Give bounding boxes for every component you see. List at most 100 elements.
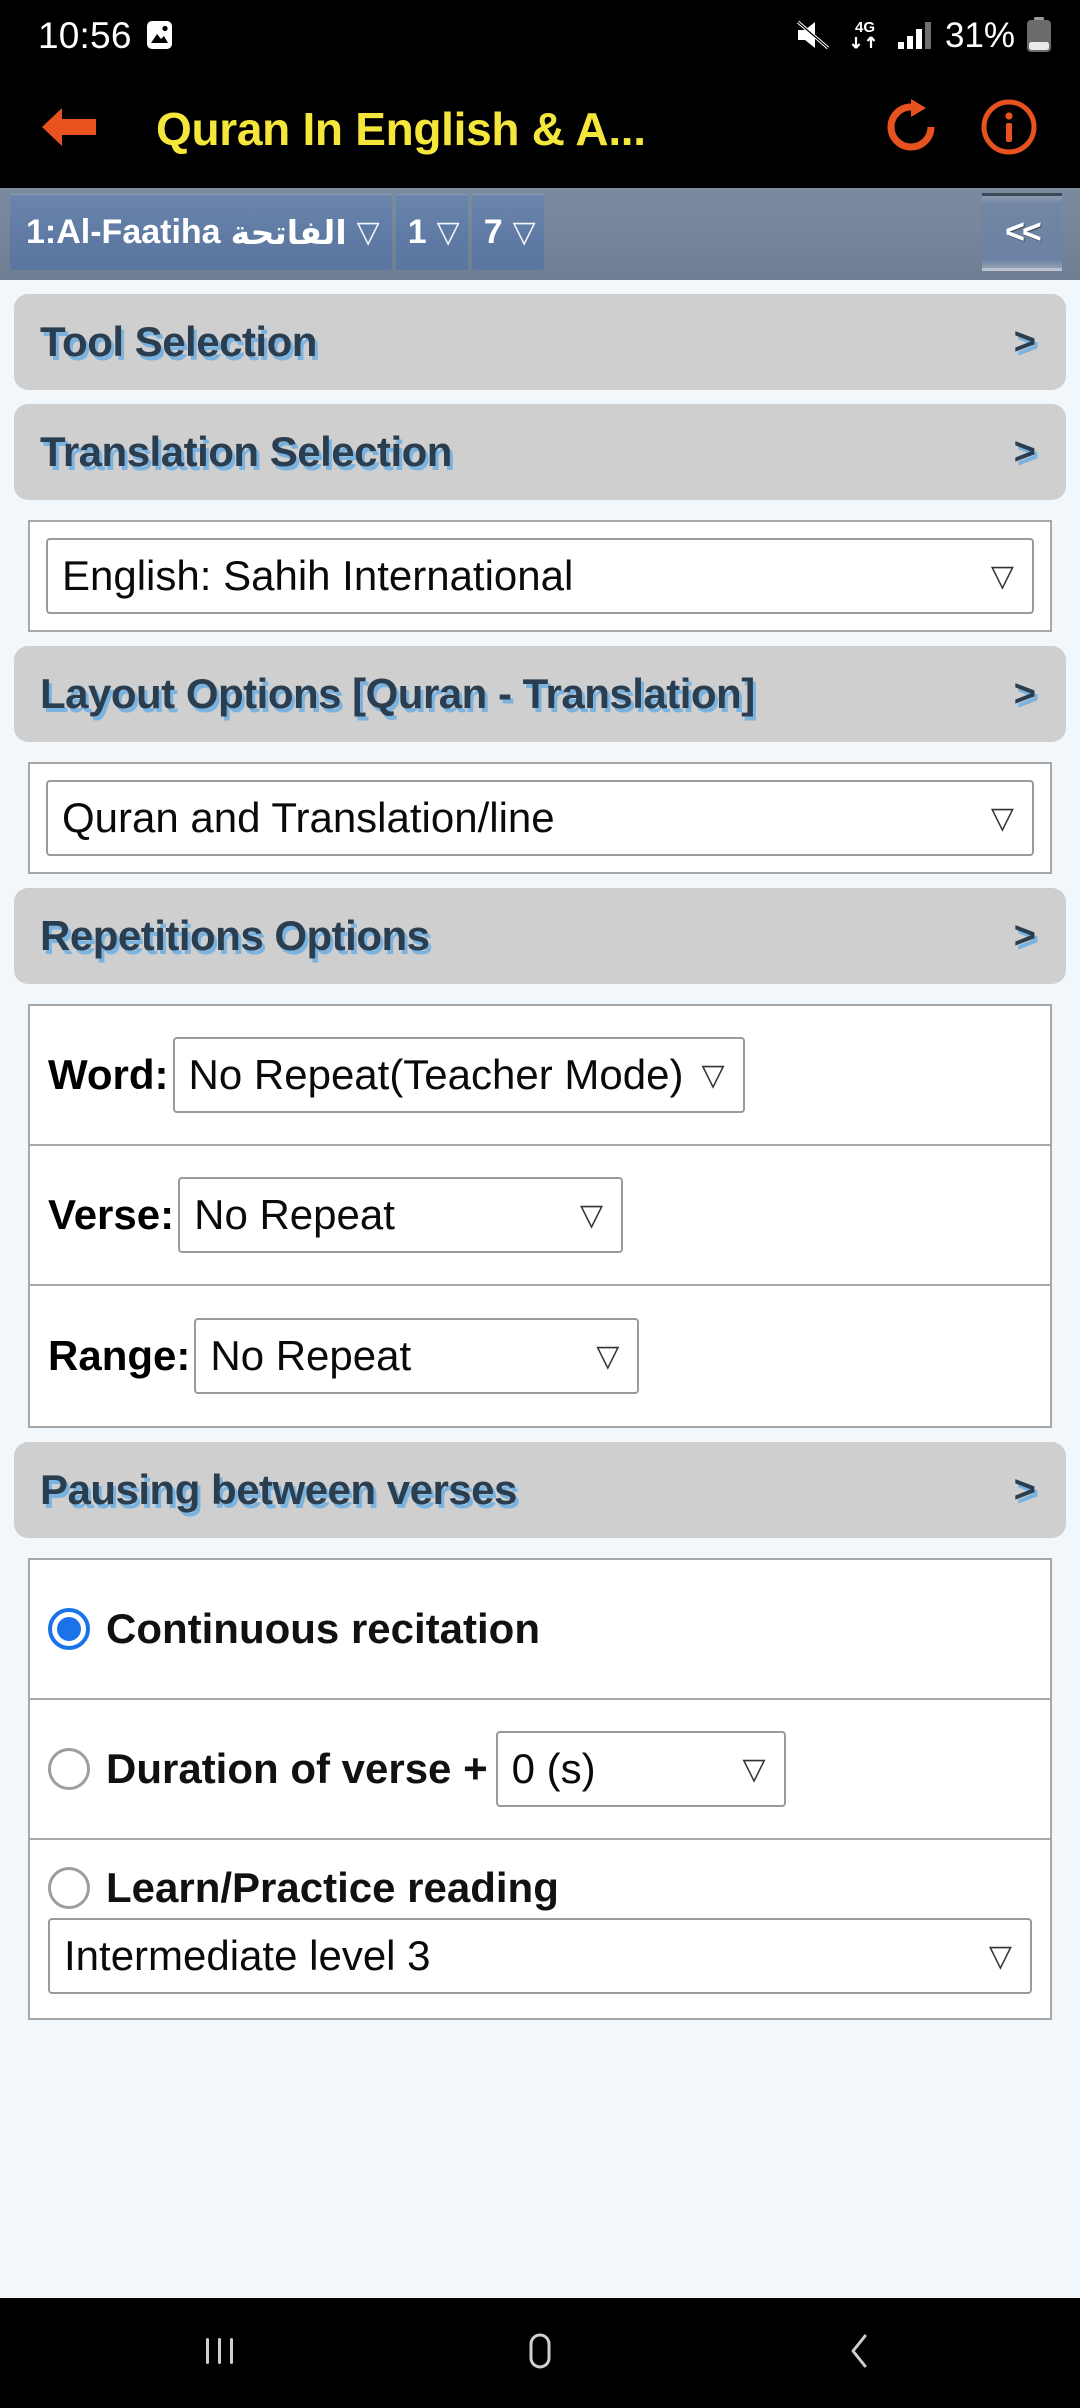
recents-button[interactable] [160, 2298, 280, 2408]
section-title: Layout Options [Quran - Translation] [40, 670, 755, 717]
section-title: Repetitions Options [40, 912, 430, 959]
chevron-down-icon: ▽ [356, 215, 380, 249]
translation-panel-body: English: Sahih International ▽ [30, 522, 1050, 630]
section-header-layout-options[interactable]: Layout Options [Quran - Translation] > [14, 646, 1066, 742]
signal-bars-icon [897, 20, 931, 50]
home-icon [517, 2328, 563, 2379]
verse-selector-bar: 1:Al-Faatiha الفاتحة ▽ 1 ▽ 7 ▽ << [0, 188, 1080, 280]
pausing-panel: Continuous recitation Duration of verse … [28, 1558, 1052, 2020]
surah-name: 1:Al-Faatiha [26, 212, 221, 251]
selector-chips: 1:Al-Faatiha الفاتحة ▽ 1 ▽ 7 ▽ [10, 194, 544, 270]
mute-icon [795, 19, 833, 51]
chevron-right-icon: > [1013, 672, 1036, 715]
back-button-nav[interactable] [800, 2298, 920, 2408]
radio-duration-of-verse[interactable] [48, 1748, 90, 1790]
chevron-right-icon: > [1013, 914, 1036, 957]
translation-panel: English: Sahih International ▽ [28, 520, 1052, 632]
status-bar-right: 4G 31% [795, 17, 1052, 53]
learn-level-value: Intermediate level 3 [64, 1932, 431, 1979]
battery-icon [1026, 17, 1052, 53]
continuous-recitation-option[interactable]: Continuous recitation [48, 1605, 540, 1653]
pausing-row-duration[interactable]: Duration of verse + 0 (s) ▽ [30, 1700, 1050, 1840]
info-icon [980, 98, 1038, 161]
range-repeat-select[interactable]: No Repeat ▽ [194, 1318, 640, 1394]
home-button[interactable] [480, 2298, 600, 2408]
back-arrow-icon [36, 101, 100, 158]
duration-seconds-value: 0 (s) [511, 1745, 596, 1792]
verse-repeat-value: No Repeat [194, 1191, 395, 1238]
verse-repeat-select[interactable]: No Repeat ▽ [178, 1177, 624, 1253]
word-repeat-value: No Repeat(Teacher Mode) [188, 1051, 684, 1098]
to-verse-value: 7 [483, 212, 503, 251]
toolbar-actions [880, 98, 1054, 160]
radio-continuous-recitation[interactable] [48, 1608, 90, 1650]
surah-select[interactable]: 1:Al-Faatiha الفاتحة ▽ [10, 194, 392, 270]
network-4g-icon: 4G [844, 17, 886, 53]
repetitions-panel: Word: No Repeat(Teacher Mode) ▽ Verse: N… [28, 1004, 1052, 1428]
chevron-down-icon: ▽ [701, 1058, 725, 1092]
section-header-repetitions-options[interactable]: Repetitions Options > [14, 888, 1066, 984]
svg-text:4G: 4G [855, 19, 875, 36]
translation-select[interactable]: English: Sahih International ▽ [46, 538, 1034, 614]
learn-practice-block: Learn/Practice reading Intermediate leve… [48, 1864, 1032, 1994]
section-title: Tool Selection [40, 318, 317, 365]
duration-seconds-select[interactable]: 0 (s) ▽ [495, 1731, 786, 1807]
app-toolbar: Quran In English & A... [0, 70, 1080, 188]
range-label: Range: [48, 1332, 191, 1379]
chevron-down-icon: ▽ [742, 1752, 766, 1786]
refresh-icon [882, 98, 940, 161]
recents-icon [197, 2328, 243, 2379]
word-repeat-select[interactable]: No Repeat(Teacher Mode) ▽ [172, 1037, 745, 1113]
duration-of-verse-option[interactable]: Duration of verse + 0 (s) ▽ [48, 1731, 786, 1807]
word-label: Word: [48, 1051, 169, 1098]
chevron-down-icon: ▽ [990, 801, 1014, 835]
layout-panel-body: Quran and Translation/line ▽ [30, 764, 1050, 872]
layout-selected-value: Quran and Translation/line [62, 794, 555, 841]
system-navigation-bar [0, 2298, 1080, 2408]
back-chevron-icon [837, 2328, 883, 2379]
chevron-down-icon: ▽ [580, 1198, 604, 1232]
info-button[interactable] [978, 98, 1040, 160]
section-header-tool-selection[interactable]: Tool Selection > [14, 294, 1066, 390]
selector-bar-spacer [544, 194, 982, 270]
verse-label: Verse: [48, 1191, 175, 1238]
layout-select[interactable]: Quran and Translation/line ▽ [46, 780, 1034, 856]
section-header-pausing-between-verses[interactable]: Pausing between verses > [14, 1442, 1066, 1538]
from-verse-value: 1 [407, 212, 427, 251]
to-verse-select[interactable]: 7 ▽ [471, 194, 544, 270]
battery-percent: 31% [944, 15, 1015, 55]
status-bar: 10:56 4G 31% [0, 0, 1080, 70]
duration-of-verse-label: Duration of verse + [106, 1745, 488, 1792]
chevron-right-icon: > [1013, 1468, 1036, 1511]
radio-learn-practice[interactable] [48, 1867, 90, 1909]
repetition-row-range: Range: No Repeat ▽ [30, 1286, 1050, 1426]
layout-panel: Quran and Translation/line ▽ [28, 762, 1052, 874]
learn-practice-label: Learn/Practice reading [106, 1864, 559, 1911]
collapse-panel-button[interactable]: << [982, 193, 1062, 271]
back-button[interactable] [30, 91, 106, 167]
status-time: 10:56 [38, 14, 132, 56]
refresh-button[interactable] [880, 98, 942, 160]
learn-practice-option[interactable]: Learn/Practice reading [48, 1864, 1032, 1912]
chevron-down-icon: ▽ [990, 559, 1014, 593]
chevron-down-icon: ▽ [436, 215, 460, 249]
section-title: Translation Selection [40, 428, 452, 475]
continuous-recitation-label: Continuous recitation [106, 1605, 540, 1652]
pausing-row-learn-practice[interactable]: Learn/Practice reading Intermediate leve… [30, 1840, 1050, 2018]
chevron-down-icon: ▽ [988, 1939, 1012, 1973]
translation-selected-value: English: Sahih International [62, 552, 574, 599]
image-icon [146, 20, 173, 50]
pausing-row-continuous[interactable]: Continuous recitation [30, 1560, 1050, 1700]
learn-level-select[interactable]: Intermediate level 3 ▽ [48, 1918, 1032, 1994]
from-verse-select[interactable]: 1 ▽ [395, 194, 468, 270]
settings-content: Tool Selection > Translation Selection >… [0, 280, 1080, 2298]
status-bar-left: 10:56 [38, 17, 173, 54]
surah-name-arabic: الفاتحة [230, 212, 347, 252]
chevron-down-icon: ▽ [596, 1339, 620, 1373]
section-title: Pausing between verses [40, 1466, 517, 1513]
section-header-translation-selection[interactable]: Translation Selection > [14, 404, 1066, 500]
repetition-row-word: Word: No Repeat(Teacher Mode) ▽ [30, 1006, 1050, 1146]
repetition-row-verse: Verse: No Repeat ▽ [30, 1146, 1050, 1286]
chevron-right-icon: > [1013, 430, 1036, 473]
chevron-down-icon: ▽ [512, 215, 536, 249]
